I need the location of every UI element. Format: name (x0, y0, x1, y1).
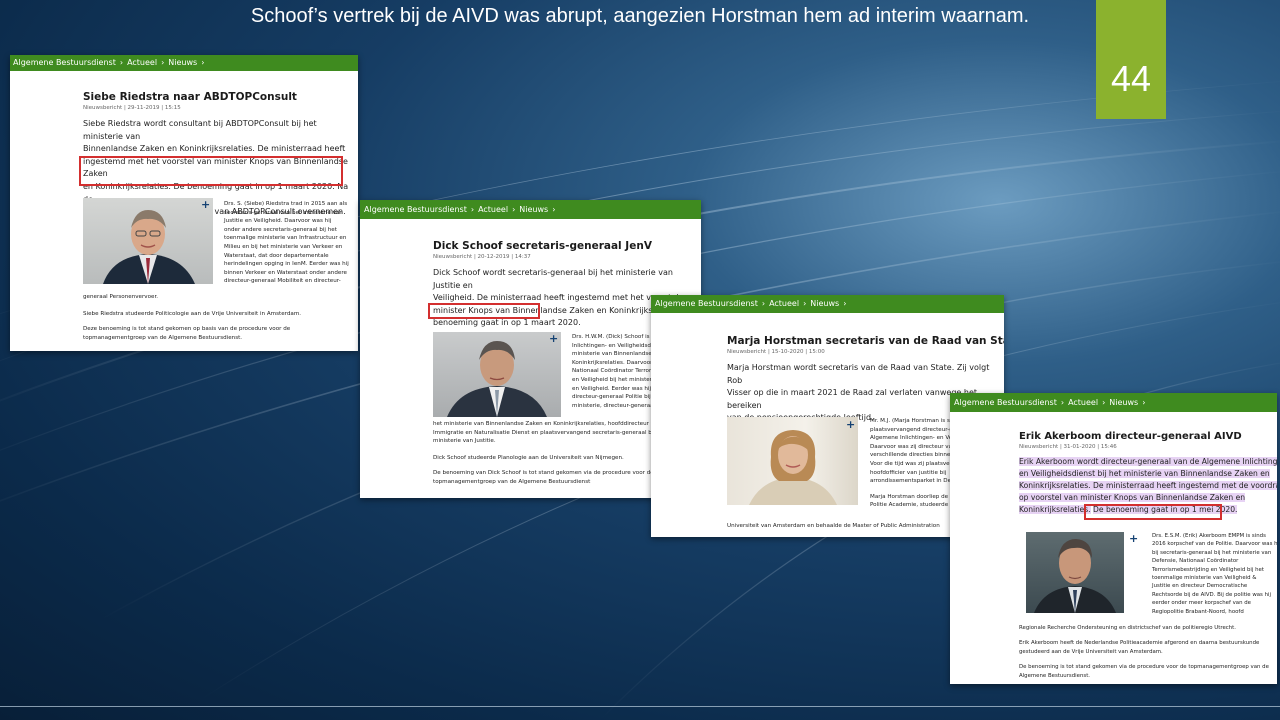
expand-plus-icon[interactable]: + (846, 419, 855, 430)
bio-line: Justitie en Veiligheid. Daarvoor was hij (224, 218, 332, 225)
article-paragraphs: generaal Personenvervoer. Siebe Riedstra… (83, 293, 358, 342)
news-card-akerboom: Algemene Bestuursdienst › Actueel › Nieuws › … (950, 393, 1277, 684)
highlight-box-benoeming (79, 156, 343, 186)
intro-line: Dick Schoof wordt secretaris-generaal bi… (433, 268, 673, 290)
bio-line: toenmalige ministerie van Infrastructuur… (224, 235, 347, 242)
article-bio: Drs. E.S.M. (Erik) Akerboom EMPM is sind… (1152, 532, 1277, 616)
paragraph-line: De benoeming is tot stand gekomen via de… (1019, 664, 1269, 671)
bio-line: Rechtsorde bij de AIVD. Bij de politie w… (1152, 591, 1271, 598)
bio-line: binnen Verkeer en Waterstaat onder ander… (224, 269, 347, 276)
breadcrumb-separator: › (119, 58, 124, 67)
highlight-box-benoeming (1084, 504, 1222, 520)
expand-plus-icon[interactable]: + (201, 199, 210, 210)
article-meta: Nieuwsbericht | 15-10-2020 | 15:00 (727, 349, 825, 355)
breadcrumb-item-nieuws[interactable]: Nieuws (1109, 398, 1138, 407)
paragraph-line: Algemene Bestuursdienst. (1019, 672, 1091, 679)
paragraph: Siebe Riedstra studeerde Politicologie a… (83, 310, 302, 317)
breadcrumb-item-algemene-bestuursdienst[interactable]: Algemene Bestuursdienst (954, 398, 1057, 407)
intro-line: op voorstel van minister Knops van Binne… (1019, 493, 1246, 502)
breadcrumb-separator: › (201, 58, 205, 67)
breadcrumb: Algemene Bestuursdienst › Actueel › Nieuws › (950, 393, 1277, 412)
breadcrumb-separator: › (552, 205, 556, 214)
news-card-schoof: Algemene Bestuursdienst › Actueel › Nieuws › … (360, 200, 701, 498)
bio-line: Drs. E.S.M. (Erik) Akerboom EMPM is sind… (1152, 533, 1266, 539)
intro-line: Marja Horstman wordt secretaris van de R… (727, 363, 990, 385)
breadcrumb-separator: › (1142, 398, 1146, 407)
bio-line: eerder onder meer korpschef van de (1152, 600, 1251, 607)
footer-divider (0, 706, 1280, 707)
paragraph-line: topmanagementgroep van de Algemene Bestu… (83, 334, 243, 341)
paragraph-line: gestudeerd aan de Vrije Universiteit van… (1019, 648, 1163, 655)
bio-line: 2016 korpschef van de Politie. Daarvoor … (1152, 541, 1277, 548)
expand-plus-icon[interactable]: + (549, 333, 558, 344)
bio-line: Milieu en bij het ministerie van Verkeer… (224, 243, 343, 250)
article-title: Erik Akerboom directeur-generaal AIVD (1019, 431, 1242, 442)
breadcrumb-separator: › (761, 299, 766, 308)
breadcrumb: Algemene Bestuursdienst › Actueel › Nieuws › (360, 200, 701, 219)
breadcrumb: Algemene Bestuursdienst › Actueel › Nieuws › (10, 55, 358, 71)
article-paragraphs: Regionale Recherche Ondersteuning en dis… (1019, 624, 1277, 680)
article-bio: Drs. S. (Siebe) Riedstra trad in 2015 aa… (224, 200, 358, 286)
bio-line: onder andere secretaris-generaal bij het (224, 226, 337, 233)
bio-line: toenmalige ministerie van Veiligheid & (1152, 575, 1257, 582)
breadcrumb-separator: › (1102, 398, 1106, 407)
bio-line: Waterstaat, dat door departementale (224, 252, 329, 259)
breadcrumb-item-actueel[interactable]: Actueel (127, 58, 157, 67)
breadcrumb-item-algemene-bestuursdienst[interactable]: Algemene Bestuursdienst (13, 58, 116, 67)
article-title: Dick Schoof secretaris-generaal JenV (433, 240, 652, 252)
portrait-photo-horstman (727, 417, 858, 505)
intro-line: Siebe Riedstra wordt consultant bij ABDT… (83, 119, 317, 141)
breadcrumb-item-actueel[interactable]: Actueel (478, 205, 508, 214)
bio-line: Justitie en directeur Democratische (1152, 583, 1248, 590)
breadcrumb-item-nieuws[interactable]: Nieuws (810, 299, 839, 308)
bio-line: Regiopolitie Brabant-Noord, hoofd (1152, 608, 1244, 615)
breadcrumb-item-actueel[interactable]: Actueel (769, 299, 799, 308)
news-card-riedstra: Algemene Bestuursdienst › Actueel › Nieuws › … (10, 55, 358, 351)
breadcrumb-separator: › (803, 299, 807, 308)
breadcrumb-item-algemene-bestuursdienst[interactable]: Algemene Bestuursdienst (655, 299, 758, 308)
breadcrumb-separator: › (470, 205, 475, 214)
article-title: Siebe Riedstra naar ABDTOPConsult (83, 91, 297, 103)
intro-line: Koninkrijksrelaties. (1019, 505, 1091, 514)
breadcrumb-separator: › (1060, 398, 1065, 407)
bio-line: herindelingen opging in IenM. Eerder was… (224, 261, 349, 268)
bio-line: Defensie, Nationaal Coördinator (1152, 558, 1239, 565)
breadcrumb-separator: › (161, 58, 165, 67)
breadcrumb-item-algemene-bestuursdienst[interactable]: Algemene Bestuursdienst (364, 205, 467, 214)
portrait-photo-riedstra (83, 198, 213, 284)
bio-line: Regionale Recherche Ondersteuning en dis… (1019, 625, 1236, 631)
breadcrumb-separator: › (512, 205, 516, 214)
intro-line: en Veiligheidsdienst bij het ministerie … (1019, 469, 1270, 478)
article-meta: Nieuwsbericht | 20-12-2019 | 14:37 (433, 254, 531, 260)
article-meta: Nieuwsbericht | 29-11-2019 | 15:15 (83, 105, 181, 111)
intro-line: Koninkrijksrelaties. De ministerraad hee… (1019, 481, 1277, 490)
page-number-badge: 44 (1096, 0, 1166, 119)
article-meta: Nieuwsbericht | 31-01-2020 | 15:46 (1019, 444, 1117, 450)
expand-plus-icon[interactable]: + (1129, 533, 1138, 544)
breadcrumb-item-actueel[interactable]: Actueel (1068, 398, 1098, 407)
page-number: 44 (1110, 58, 1152, 99)
breadcrumb-item-nieuws[interactable]: Nieuws (519, 205, 548, 214)
bio-line: generaal Personenvervoer. (83, 294, 159, 300)
highlight-box-benoeming (428, 303, 540, 319)
bio-line: Drs. S. (Siebe) Riedstra trad in 2015 aa… (224, 201, 348, 207)
breadcrumb-separator: › (843, 299, 847, 308)
intro-line: Binnenlandse Zaken en Koninkrijksrelatie… (83, 144, 346, 154)
slide-title: Schoof’s vertrek bij de AIVD was abrupt,… (250, 5, 1030, 27)
paragraph-line: Erik Akerboom heeft de Nederlandse Polit… (1019, 640, 1260, 647)
article-title: Marja Horstman secretaris van de Raad va… (727, 335, 1004, 347)
bio-line: Terrorismebestrijding en Veiligheid bij … (1152, 566, 1264, 573)
bio-line: secretaris-generaal van het ministerie v… (224, 209, 343, 216)
breadcrumb: Algemene Bestuursdienst › Actueel › Nieuws › (651, 295, 1004, 313)
portrait-photo-schoof (433, 332, 561, 417)
portrait-photo-akerboom (1026, 532, 1124, 613)
breadcrumb-item-nieuws[interactable]: Nieuws (168, 58, 197, 67)
bio-line: bij secretaris-generaal bij het minister… (1152, 549, 1272, 556)
paragraph-line: Deze benoeming is tot stand gekomen op b… (83, 326, 291, 333)
bio-line: directeur-generaal Mobiliteit en directe… (224, 278, 341, 285)
intro-line: Erik Akerboom wordt directeur-generaal v… (1019, 457, 1277, 466)
